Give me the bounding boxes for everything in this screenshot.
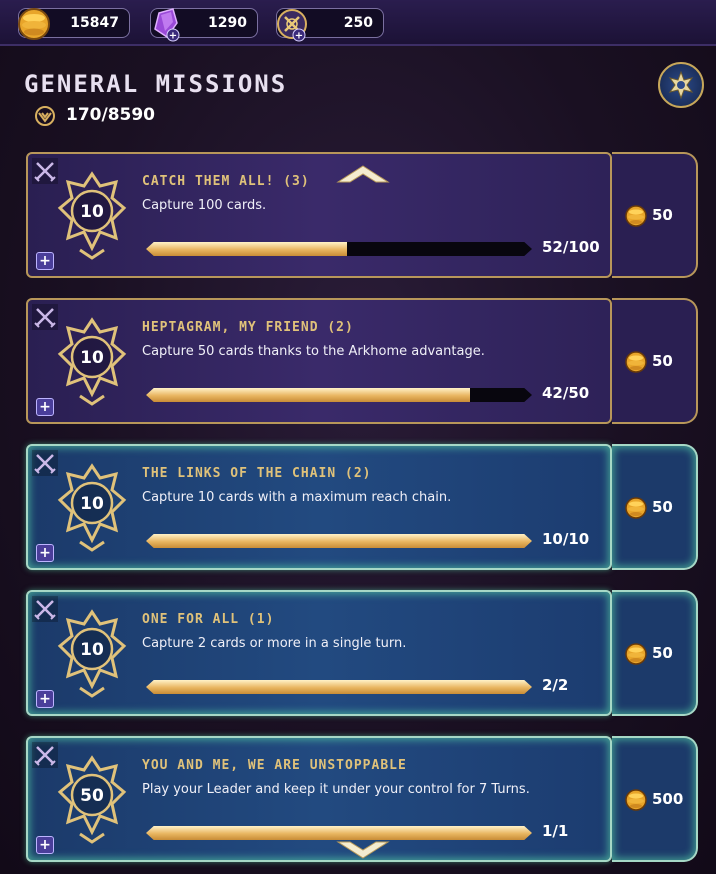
card-pack-value: 250: [343, 15, 373, 31]
mission-progress-text: 2/2: [542, 676, 569, 694]
gold-currency[interactable]: 15847: [18, 8, 130, 40]
faction-emblem-icon: [668, 70, 694, 100]
mission-title: YOU AND ME, WE ARE UNSTOPPABLE: [142, 758, 407, 773]
reward-value: 50: [652, 206, 673, 224]
mission-progress-fill: [146, 242, 347, 256]
mission-progress-bar: [146, 242, 532, 256]
mission-level: 50: [80, 786, 104, 806]
card-pack-currency[interactable]: + 250: [276, 8, 384, 42]
mission-card-body: 10 THE LINKS OF THE CHAIN (2) Capture 10…: [26, 444, 612, 570]
gold-coin-icon: [625, 497, 647, 519]
mission-level: 10: [80, 202, 104, 222]
add-button[interactable]: +: [36, 252, 54, 270]
gold-coin-icon: [18, 8, 50, 40]
gold-coin-icon: [625, 789, 647, 811]
mission-level: 10: [80, 348, 104, 368]
mission-progress-text: 52/100: [542, 238, 600, 256]
gold-coin-icon: [625, 351, 647, 373]
scroll-up-icon[interactable]: [336, 164, 390, 186]
mission-card-body: 50 YOU AND ME, WE ARE UNSTOPPABLE Play y…: [26, 736, 612, 862]
crystal-value: 1290: [208, 15, 247, 31]
mission-progress-text: 10/10: [542, 530, 590, 548]
mission-progress-fill: [146, 388, 471, 402]
mission-progress-fill: [146, 680, 532, 694]
card-pack-icon: +: [277, 9, 307, 42]
mission-description: Capture 100 cards.: [142, 198, 267, 213]
mission-description: Capture 50 cards thanks to the Arkhome a…: [142, 344, 485, 359]
reward-value: 50: [652, 498, 673, 516]
add-button[interactable]: +: [36, 690, 54, 708]
crystal-currency[interactable]: + 1290: [150, 8, 258, 42]
mission-reward[interactable]: 50: [612, 152, 698, 278]
mission-description: Capture 10 cards with a maximum reach ch…: [142, 490, 452, 505]
faction-emblem-button[interactable]: [658, 62, 704, 108]
mission-card[interactable]: 10 THE LINKS OF THE CHAIN (2) Capture 10…: [26, 444, 700, 570]
svg-text:+: +: [169, 31, 177, 42]
gold-coin-icon: [625, 643, 647, 665]
gold-value: 15847: [70, 15, 119, 31]
mission-reward[interactable]: 50: [612, 444, 698, 570]
mission-card-body: 10 ONE FOR ALL (1) Capture 2 cards or mo…: [26, 590, 612, 716]
reward-value: 50: [652, 644, 673, 662]
mission-title: HEPTAGRAM, MY FRIEND (2): [142, 320, 354, 335]
reward-value: 50: [652, 352, 673, 370]
mission-card-body: 10 CATCH THEM ALL! (3) Capture 100 cards…: [26, 152, 612, 278]
reward-value: 500: [652, 790, 684, 808]
mission-description: Capture 2 cards or more in a single turn…: [142, 636, 407, 651]
add-button[interactable]: +: [36, 836, 54, 854]
mission-reward[interactable]: 500: [612, 736, 698, 862]
mission-points-icon: [35, 106, 55, 126]
mission-card-body: 10 HEPTAGRAM, MY FRIEND (2) Capture 50 c…: [26, 298, 612, 424]
mission-reward[interactable]: 50: [612, 590, 698, 716]
mission-level: 10: [80, 640, 104, 660]
mission-description: Play your Leader and keep it under your …: [142, 782, 530, 797]
mission-progress-fill: [146, 534, 532, 548]
page-title: GENERAL MISSIONS: [24, 70, 288, 98]
mission-progress-text: 42/50: [542, 384, 590, 402]
mission-progress-text: 1/1: [542, 822, 569, 840]
mission-title: THE LINKS OF THE CHAIN (2): [142, 466, 372, 481]
mission-card[interactable]: 10 ONE FOR ALL (1) Capture 2 cards or mo…: [26, 590, 700, 716]
mission-reward[interactable]: 50: [612, 298, 698, 424]
currency-bar: 15847 + 1290 + 250: [0, 0, 716, 46]
mission-progress-bar: [146, 388, 532, 402]
svg-text:+: +: [295, 31, 303, 42]
mission-title: CATCH THEM ALL! (3): [142, 174, 310, 189]
mission-card[interactable]: 10 HEPTAGRAM, MY FRIEND (2) Capture 50 c…: [26, 298, 700, 424]
scroll-down-icon[interactable]: [336, 838, 390, 860]
mission-progress-bar: [146, 534, 532, 548]
mission-points-value: 170/8590: [66, 105, 156, 125]
crystal-icon: +: [154, 8, 180, 42]
mission-progress-bar: [146, 680, 532, 694]
add-button[interactable]: +: [36, 398, 54, 416]
mission-level: 10: [80, 494, 104, 514]
gold-coin-icon: [625, 205, 647, 227]
add-button[interactable]: +: [36, 544, 54, 562]
mission-title: ONE FOR ALL (1): [142, 612, 275, 627]
